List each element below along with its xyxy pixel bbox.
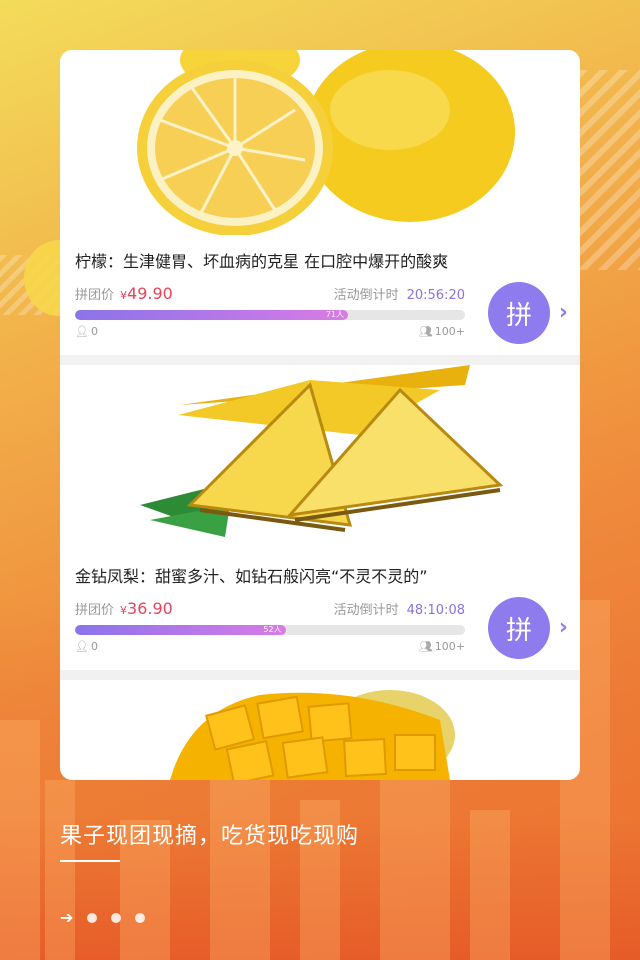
product-list-card: 柠檬：生津健胃、坏血病的克星 在口腔中爆开的酸爽 拼团价 ¥49.90 活动倒计时… bbox=[60, 50, 580, 780]
min-count: 👤︎ 0 bbox=[75, 640, 98, 653]
mango-image[interactable] bbox=[60, 680, 580, 780]
group-price: 36.90 bbox=[127, 599, 173, 618]
progress-label: 52人 bbox=[263, 625, 282, 634]
max-count-value: 100+ bbox=[434, 325, 465, 338]
countdown-time: 20:56:20 bbox=[406, 288, 465, 303]
lemon-image bbox=[60, 50, 580, 235]
countdown-label: 活动倒计时 bbox=[333, 288, 399, 303]
product-title: 柠檬：生津健胃、坏血病的克星 在口腔中爆开的酸爽 bbox=[75, 252, 449, 271]
min-count-value: 0 bbox=[90, 640, 98, 653]
chevron-right-icon[interactable]: › bbox=[559, 615, 568, 640]
person-icon: 👤︎ bbox=[75, 325, 89, 338]
price-row: 拼团价 ¥49.90 bbox=[75, 284, 173, 303]
join-group-button[interactable]: 拼 bbox=[488, 282, 550, 344]
divider bbox=[60, 355, 580, 365]
max-count: 👥︎ 100+ bbox=[419, 325, 465, 338]
pager-dot[interactable] bbox=[87, 912, 98, 923]
countdown-label: 活动倒计时 bbox=[333, 603, 399, 618]
min-count-value: 0 bbox=[90, 325, 98, 338]
pager-dot[interactable] bbox=[135, 912, 146, 923]
countdown: 活动倒计时 20:56:20 bbox=[334, 284, 465, 303]
slogan-underline bbox=[60, 860, 120, 862]
product-title: 金钻凤梨：甜蜜多汁、如钻石般闪亮“不灵不灵的” bbox=[75, 567, 428, 586]
price-label: 拼团价 bbox=[75, 603, 115, 618]
max-count-value: 100+ bbox=[434, 640, 465, 653]
group-price: 49.90 bbox=[127, 284, 173, 303]
price-label: 拼团价 bbox=[75, 288, 115, 303]
max-count: 👥︎ 100+ bbox=[419, 640, 465, 653]
person-icon: 👤︎ bbox=[75, 640, 89, 653]
progress-fill: 71人 bbox=[75, 310, 348, 320]
product-item-lemon[interactable]: 柠檬：生津健胃、坏血病的克星 在口腔中爆开的酸爽 拼团价 ¥49.90 活动倒计时… bbox=[60, 50, 580, 355]
pager-dot[interactable] bbox=[111, 912, 122, 923]
pineapple-image bbox=[60, 365, 580, 550]
slogan: 果子现团现摘，吃货现吃现购 bbox=[60, 824, 360, 849]
currency-symbol: ¥ bbox=[120, 604, 128, 617]
group-icon: 👥︎ bbox=[418, 325, 433, 338]
chevron-right-icon[interactable]: › bbox=[559, 300, 568, 325]
divider bbox=[60, 670, 580, 680]
group-progress-bar: 71人 bbox=[75, 310, 465, 320]
progress-label: 71人 bbox=[325, 310, 344, 319]
arrow-right-icon[interactable]: ➔ bbox=[60, 908, 73, 927]
group-icon: 👥︎ bbox=[418, 640, 433, 653]
countdown-time: 48:10:08 bbox=[406, 603, 465, 618]
countdown: 活动倒计时 48:10:08 bbox=[334, 599, 465, 618]
product-item-pineapple[interactable]: 金钻凤梨：甜蜜多汁、如钻石般闪亮“不灵不灵的” 拼团价 ¥36.90 活动倒计时 4… bbox=[60, 365, 580, 670]
join-group-button[interactable]: 拼 bbox=[488, 597, 550, 659]
onboarding-pager: ➔ bbox=[60, 908, 146, 927]
progress-fill: 52人 bbox=[75, 625, 286, 635]
group-progress-bar: 52人 bbox=[75, 625, 465, 635]
price-row: 拼团价 ¥36.90 bbox=[75, 599, 173, 618]
currency-symbol: ¥ bbox=[120, 289, 128, 302]
min-count: 👤︎ 0 bbox=[75, 325, 98, 338]
